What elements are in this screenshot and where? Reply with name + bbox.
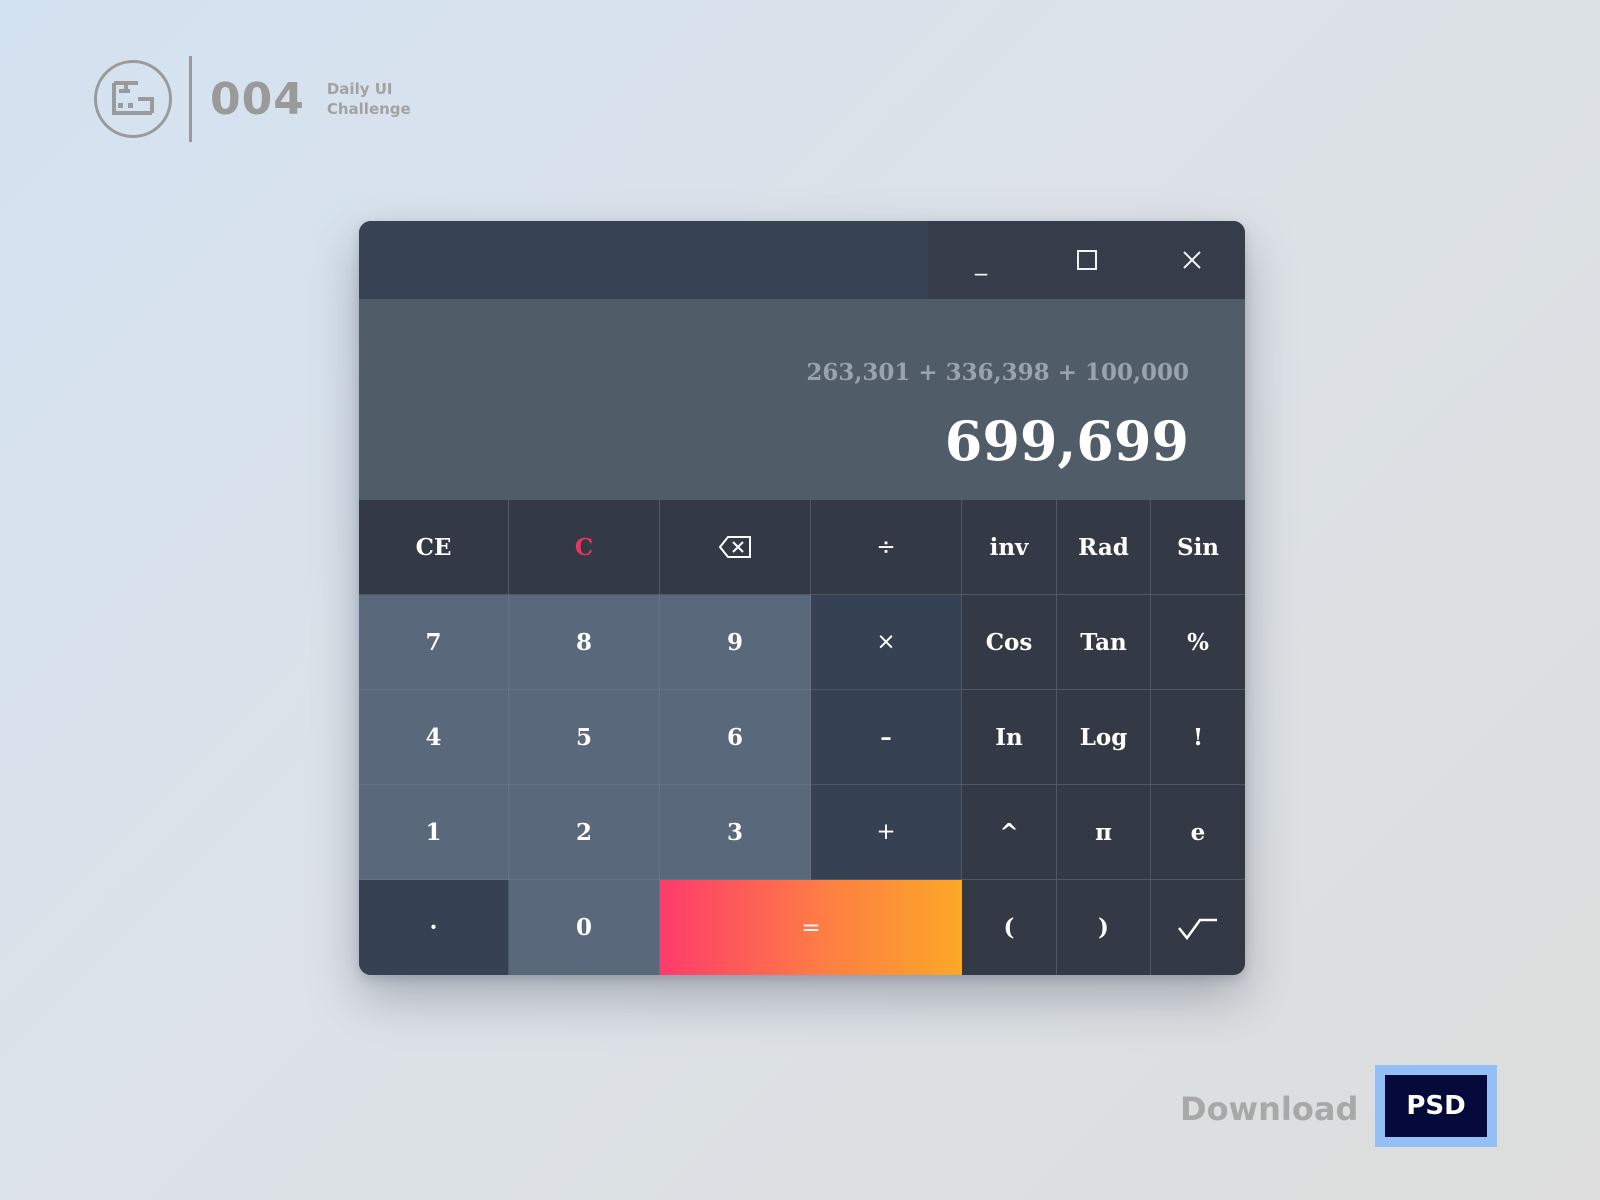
digit-4-button[interactable]: 4 — [359, 690, 509, 785]
square-icon — [1077, 250, 1097, 270]
minimize-button[interactable]: _ — [928, 221, 1034, 299]
ln-button[interactable]: In — [962, 690, 1057, 785]
digit-5-button[interactable]: 5 — [509, 690, 660, 785]
decimal-button[interactable]: · — [359, 880, 509, 975]
close-button[interactable] — [1139, 221, 1245, 299]
digit-2-button[interactable]: 2 — [509, 785, 660, 880]
sqrt-button[interactable] — [1151, 880, 1245, 975]
factorial-button[interactable]: ! — [1151, 690, 1245, 785]
inv-button[interactable]: inv — [962, 500, 1057, 595]
square-root-icon — [1178, 918, 1217, 940]
expression-text: 263,301 + 336,398 + 100,000 — [806, 359, 1189, 386]
maximize-button[interactable] — [1034, 221, 1140, 299]
digit-6-button[interactable]: 6 — [660, 690, 811, 785]
tagline-line-2: Challenge — [326, 100, 411, 118]
pi-button[interactable]: π — [1057, 785, 1151, 880]
calculator-window: _ 263,301 + 336,398 + 100,000 699,699 CE… — [359, 221, 1245, 975]
digit-0-button[interactable]: 0 — [509, 880, 660, 975]
percent-button[interactable]: % — [1151, 595, 1245, 690]
branding: 004 Daily UI Challenge — [94, 56, 411, 142]
digit-8-button[interactable]: 8 — [509, 595, 660, 690]
challenge-number: 004 — [210, 73, 305, 125]
power-button[interactable]: ^ — [962, 785, 1057, 880]
multiply-button[interactable]: × — [811, 595, 962, 690]
backspace-button[interactable] — [660, 500, 811, 595]
result-text: 699,699 — [944, 409, 1189, 473]
minus-button[interactable]: – — [811, 690, 962, 785]
cos-button[interactable]: Cos — [962, 595, 1057, 690]
brand-divider — [189, 56, 192, 142]
backspace-icon — [719, 536, 751, 558]
digit-3-button[interactable]: 3 — [660, 785, 811, 880]
monitor-frame-logo-icon — [94, 60, 172, 138]
psd-label: PSD — [1385, 1075, 1487, 1137]
psd-download-button[interactable]: PSD — [1375, 1065, 1497, 1147]
close-icon — [1183, 251, 1201, 269]
plus-button[interactable]: + — [811, 785, 962, 880]
close-paren-button[interactable]: ) — [1057, 880, 1151, 975]
tan-button[interactable]: Tan — [1057, 595, 1151, 690]
log-button[interactable]: Log — [1057, 690, 1151, 785]
minimize-icon: _ — [975, 248, 987, 276]
digit-9-button[interactable]: 9 — [660, 595, 811, 690]
title-bar[interactable]: _ — [359, 221, 1245, 299]
ce-button[interactable]: CE — [359, 500, 509, 595]
calculator-display: 263,301 + 336,398 + 100,000 699,699 — [359, 299, 1245, 500]
tagline-line-1: Daily UI — [326, 80, 393, 98]
challenge-tagline: Daily UI Challenge — [327, 79, 411, 119]
open-paren-button[interactable]: ( — [962, 880, 1057, 975]
digit-7-button[interactable]: 7 — [359, 595, 509, 690]
rad-button[interactable]: Rad — [1057, 500, 1151, 595]
sin-button[interactable]: Sin — [1151, 500, 1245, 595]
equals-button[interactable]: = — [660, 880, 962, 975]
divide-button[interactable]: ÷ — [811, 500, 962, 595]
digit-1-button[interactable]: 1 — [359, 785, 509, 880]
clear-button[interactable]: C — [509, 500, 660, 595]
download-label[interactable]: Download — [1180, 1090, 1358, 1128]
e-button[interactable]: e — [1151, 785, 1245, 880]
keypad: CE C ÷ inv Rad Sin 7 8 9 × Cos Tan % 4 5… — [359, 500, 1245, 975]
